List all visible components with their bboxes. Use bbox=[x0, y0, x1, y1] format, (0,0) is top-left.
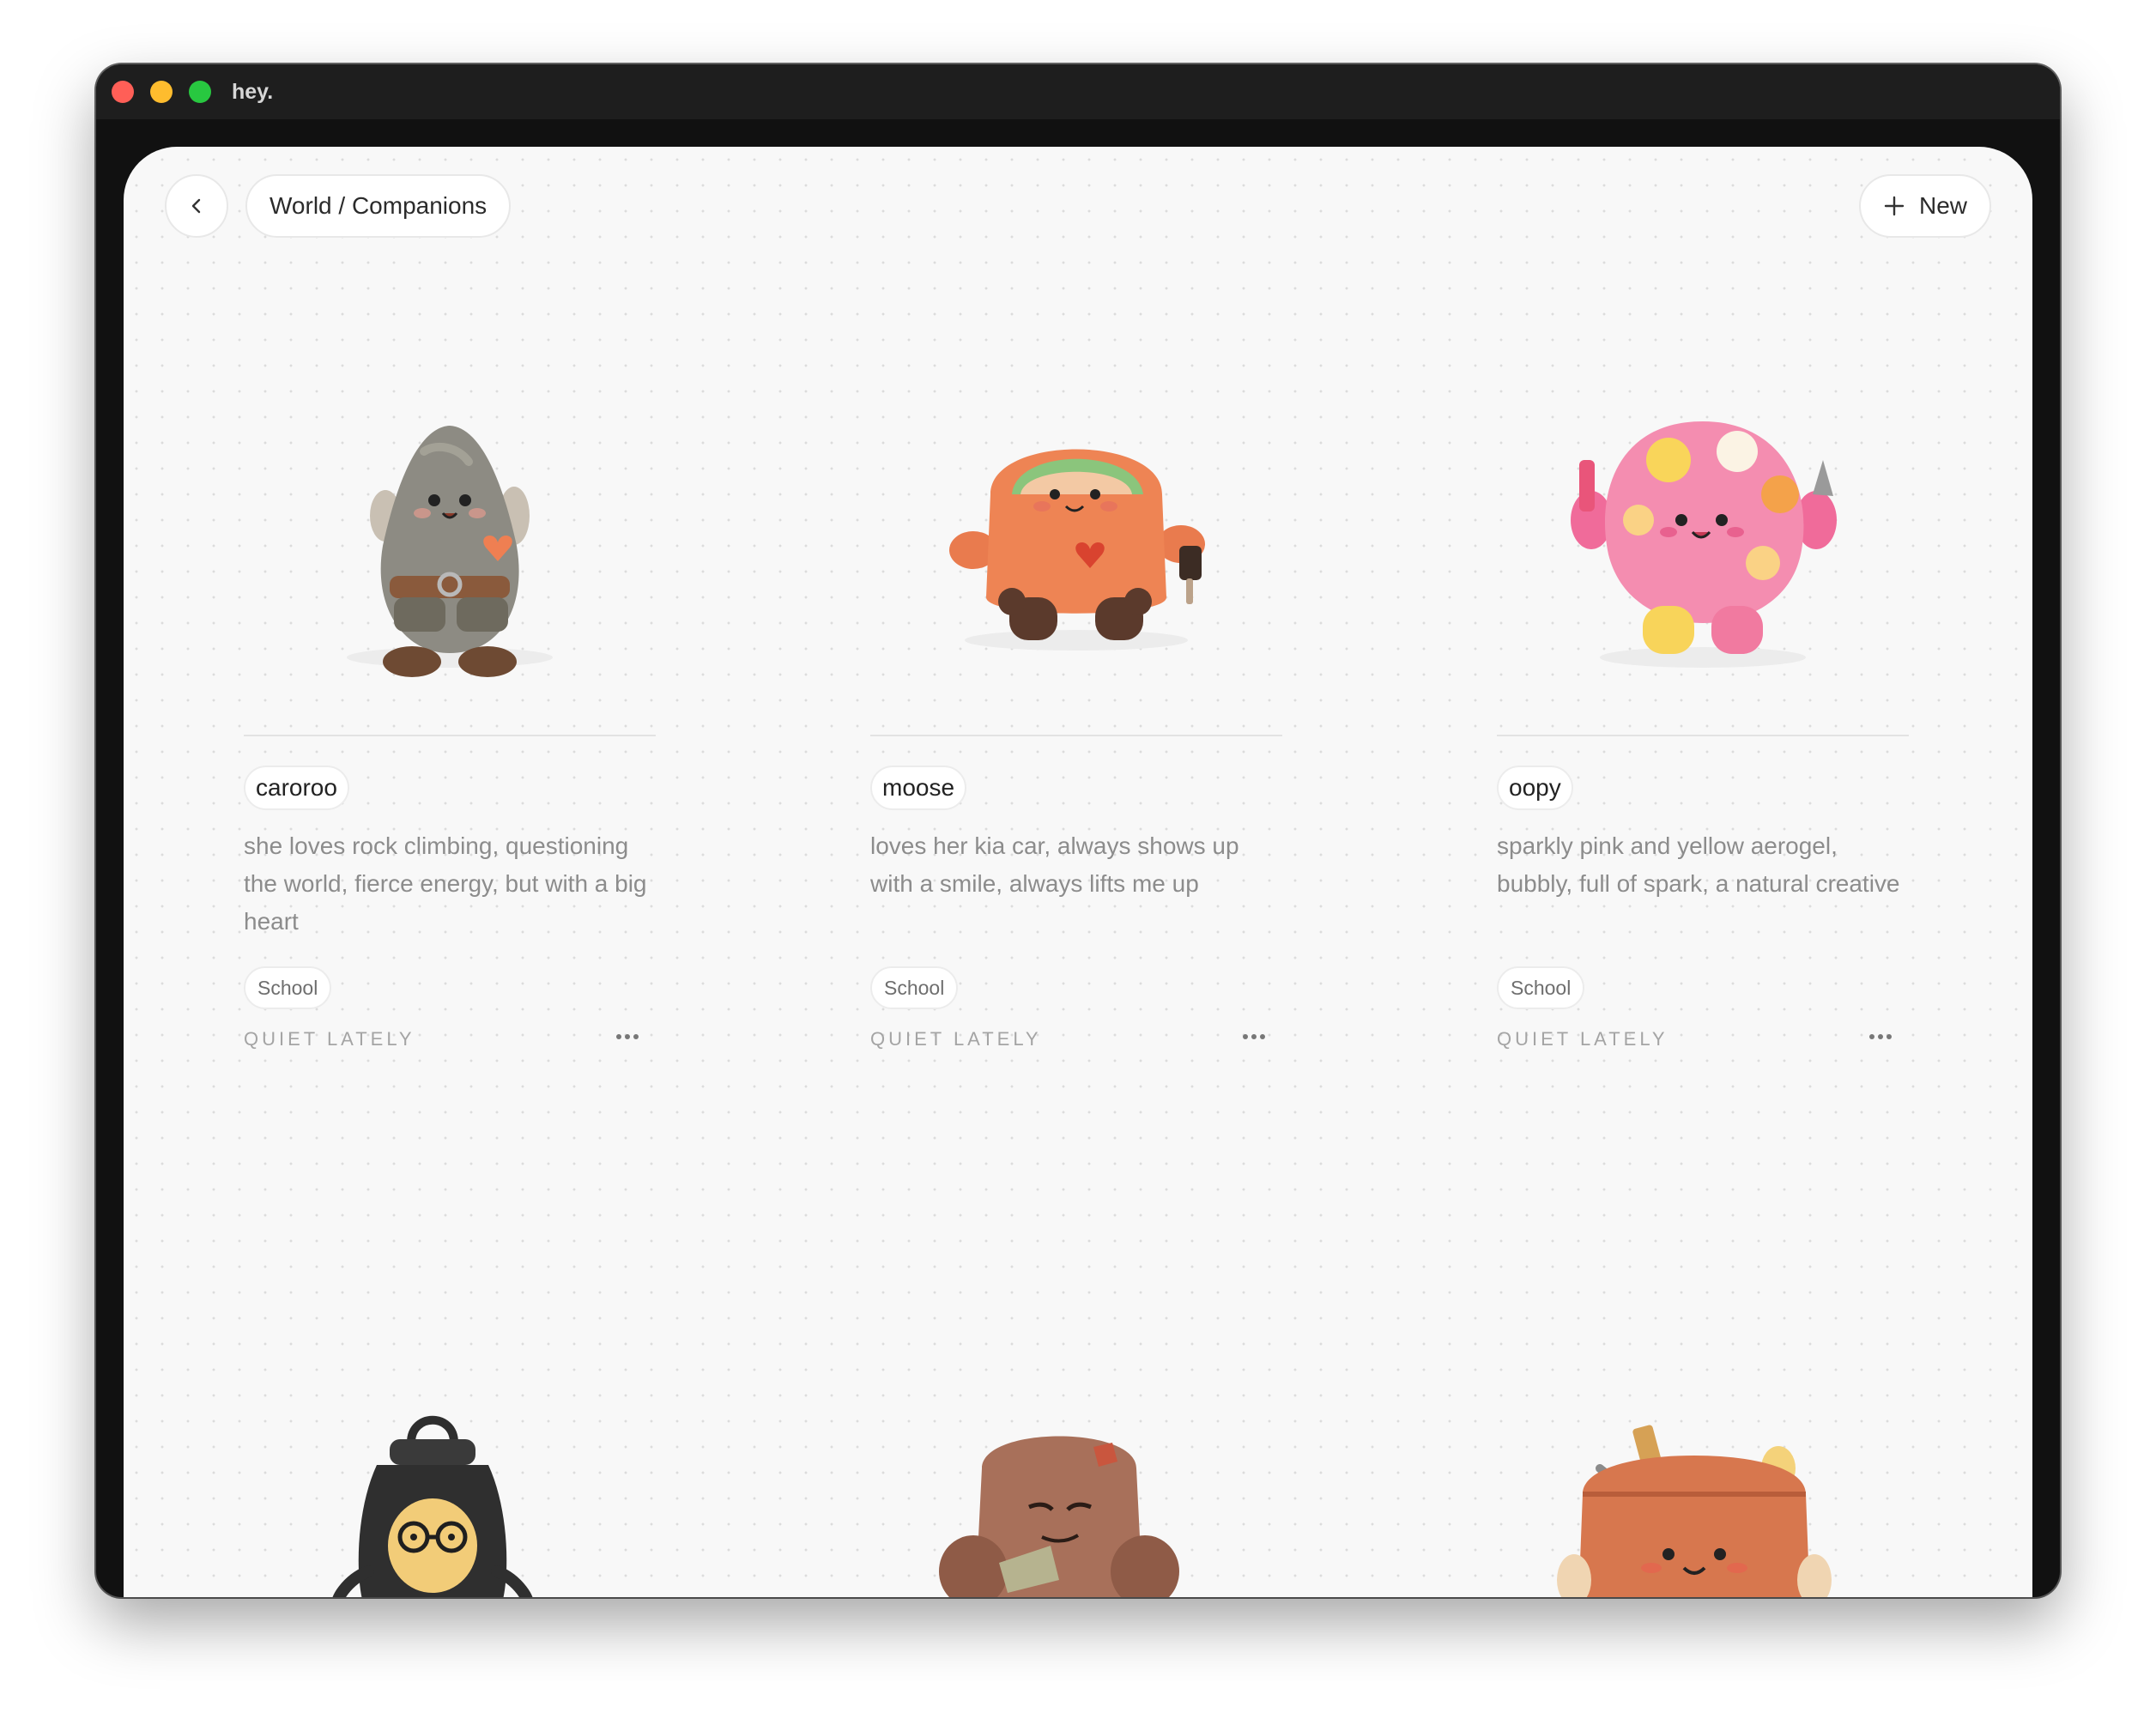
companion-description: loves her kia car, always shows up with … bbox=[870, 832, 1239, 897]
activity-status: QUIET LATELY bbox=[870, 1028, 1042, 1050]
app-title: hey. bbox=[232, 79, 274, 104]
toolbox-companion-figure[interactable] bbox=[1548, 1408, 1840, 1597]
card-divider bbox=[870, 735, 1282, 736]
new-button-label: New bbox=[1918, 192, 1967, 219]
companion-description: she loves rock climbing, questioning the… bbox=[244, 832, 647, 935]
activity-status: QUIET LATELY bbox=[244, 1028, 415, 1050]
car-companion-figure bbox=[949, 449, 1205, 651]
breadcrumb[interactable]: World / Companions bbox=[245, 174, 512, 238]
title-bar: hey. bbox=[96, 64, 2060, 119]
ellipsis-icon[interactable] bbox=[1239, 1026, 1269, 1047]
companion-name[interactable]: oopy bbox=[1497, 766, 1573, 810]
zoom-window-button[interactable] bbox=[189, 81, 211, 103]
group-tag[interactable]: School bbox=[244, 966, 332, 1009]
ellipsis-icon[interactable] bbox=[613, 1026, 642, 1047]
card-divider bbox=[1497, 735, 1909, 736]
armchair-companion-figure[interactable] bbox=[922, 1417, 1196, 1597]
rock-companion-figure bbox=[347, 426, 553, 677]
app-window: hey. World / Companions New caroroo she … bbox=[96, 64, 2060, 1597]
new-companion-button[interactable]: New bbox=[1858, 174, 1991, 238]
companions-page: World / Companions New caroroo she loves… bbox=[124, 147, 2032, 1597]
ellipsis-icon[interactable] bbox=[1866, 1026, 1895, 1047]
lantern-companion-figure[interactable] bbox=[295, 1408, 570, 1597]
window-controls bbox=[112, 81, 211, 103]
activity-status: QUIET LATELY bbox=[1497, 1028, 1668, 1050]
card-divider bbox=[244, 735, 656, 736]
companion-name[interactable]: caroroo bbox=[244, 766, 349, 810]
close-window-button[interactable] bbox=[112, 81, 134, 103]
group-tag[interactable]: School bbox=[1497, 966, 1585, 1009]
plus-icon bbox=[1884, 196, 1905, 216]
companion-description: sparkly pink and yellow aerogel, bubbly,… bbox=[1497, 832, 1900, 897]
chevron-left-icon bbox=[191, 198, 201, 214]
group-tag[interactable]: School bbox=[870, 966, 959, 1009]
back-button[interactable] bbox=[165, 174, 228, 238]
companion-name[interactable]: moose bbox=[870, 766, 967, 810]
minimize-window-button[interactable] bbox=[150, 81, 173, 103]
aerogel-companion-figure bbox=[1571, 421, 1837, 668]
